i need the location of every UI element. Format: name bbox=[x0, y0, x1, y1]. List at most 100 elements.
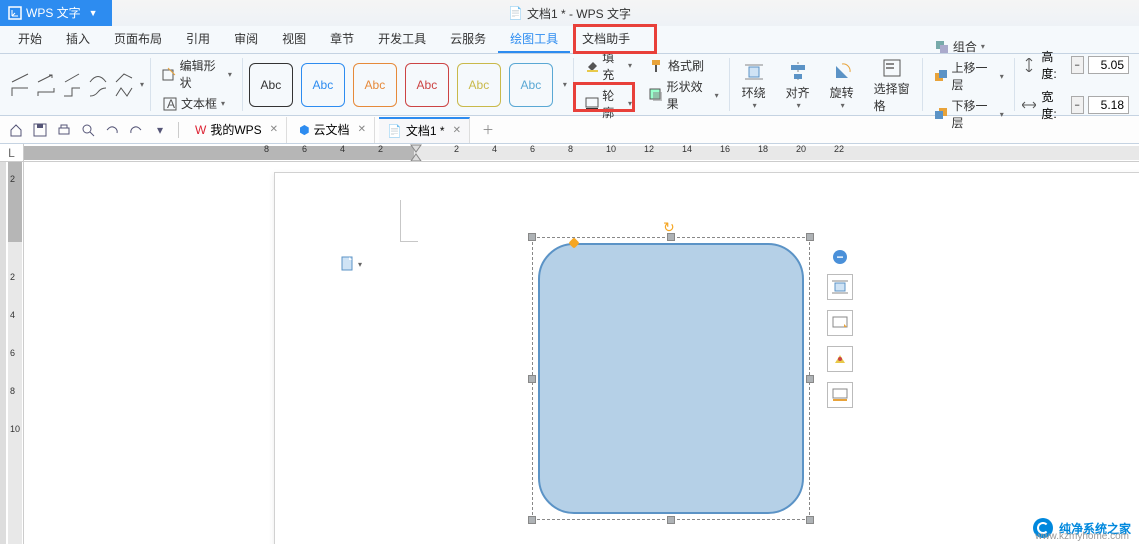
watermark-sub: www.kzmyhome.com bbox=[1035, 531, 1129, 542]
text-box-button[interactable]: A 文本框 ▾ bbox=[157, 94, 236, 113]
collapse-button[interactable]: − bbox=[833, 250, 847, 264]
align-button[interactable]: 对齐▾ bbox=[780, 58, 816, 112]
bring-forward-label: 上移一层 bbox=[951, 59, 995, 93]
preview-icon[interactable] bbox=[78, 120, 98, 140]
paragraph-marker[interactable]: ▾ bbox=[340, 256, 362, 272]
rounded-rect-shape[interactable] bbox=[538, 243, 804, 514]
shape-style-4[interactable]: Abc bbox=[405, 63, 449, 107]
shape-style-6[interactable]: Abc bbox=[509, 63, 553, 107]
close-icon[interactable]: ✕ bbox=[453, 125, 461, 136]
doc-tab-doc1[interactable]: 📄 文档1 * ✕ bbox=[379, 117, 470, 143]
shape-arrow-icon[interactable] bbox=[36, 72, 56, 84]
tab-start[interactable]: 开始 bbox=[6, 25, 54, 53]
outline-button[interactable]: 轮廓 ▾ bbox=[580, 86, 636, 122]
resize-handle-tr[interactable] bbox=[806, 233, 814, 241]
tab-cloud[interactable]: 云服务 bbox=[438, 25, 498, 53]
height-minus-button[interactable]: − bbox=[1071, 56, 1084, 74]
doc-tab-label: 文档1 * bbox=[406, 122, 445, 139]
doc-tab-label: 云文档 bbox=[314, 121, 350, 138]
shape-style-2[interactable]: Abc bbox=[301, 63, 345, 107]
more-qat-icon[interactable]: ▾ bbox=[150, 120, 170, 140]
home-icon[interactable] bbox=[6, 120, 26, 140]
width-field: 宽度: − 5.18 bbox=[1021, 88, 1129, 122]
resize-handle-bm[interactable] bbox=[667, 516, 675, 524]
height-input[interactable]: 5.05 bbox=[1088, 56, 1129, 74]
tab-review[interactable]: 审阅 bbox=[222, 25, 270, 53]
redo-icon[interactable] bbox=[126, 120, 146, 140]
mini-color-button[interactable] bbox=[827, 346, 853, 372]
resize-handle-tm[interactable] bbox=[667, 233, 675, 241]
tab-drawing-tools[interactable]: 绘图工具 bbox=[498, 25, 570, 53]
print-icon[interactable] bbox=[54, 120, 74, 140]
resize-handle-tl[interactable] bbox=[528, 233, 536, 241]
shapes-more-caret-icon[interactable]: ▾ bbox=[140, 80, 144, 89]
shape-double-arrow-icon[interactable] bbox=[62, 72, 82, 84]
tab-reference[interactable]: 引用 bbox=[174, 25, 222, 53]
format-painter-label: 格式刷 bbox=[668, 57, 704, 74]
left-gutter bbox=[0, 162, 6, 544]
resize-handle-br[interactable] bbox=[806, 516, 814, 524]
group-button[interactable]: 组合 ▾ bbox=[929, 37, 1008, 56]
document-title: 📄 文档1 * - WPS 文字 bbox=[508, 5, 631, 22]
vertical-ruler[interactable]: 2 2 4 6 8 10 bbox=[6, 162, 24, 544]
doc-mini-icon bbox=[340, 256, 356, 272]
mini-outline-button[interactable] bbox=[827, 382, 853, 408]
margin-guide bbox=[400, 200, 418, 242]
edit-shape-button[interactable]: 编辑形状 ▾ bbox=[157, 56, 236, 92]
indent-marker-icon[interactable] bbox=[410, 144, 422, 162]
send-backward-button[interactable]: 下移一层 ▾ bbox=[929, 96, 1008, 132]
save-icon[interactable] bbox=[30, 120, 50, 140]
doc-tab-add[interactable]: ＋ bbox=[474, 117, 502, 143]
shape-style-5[interactable]: Abc bbox=[457, 63, 501, 107]
shape-effect-button[interactable]: 形状效果 ▾ bbox=[644, 77, 723, 113]
app-name-button[interactable]: WPS 文字 ▼ bbox=[0, 0, 112, 26]
format-painter-button[interactable]: 格式刷 bbox=[644, 56, 723, 75]
resize-handle-rm[interactable] bbox=[806, 375, 814, 383]
styles-more-caret-icon[interactable]: ▾ bbox=[563, 80, 567, 89]
close-icon[interactable]: ✕ bbox=[358, 124, 366, 135]
rotate-button[interactable]: 旋转▾ bbox=[824, 58, 860, 112]
shape-style-1[interactable]: Abc bbox=[249, 63, 293, 107]
resize-handle-lm[interactable] bbox=[528, 375, 536, 383]
tab-page-layout[interactable]: 页面布局 bbox=[102, 25, 174, 53]
resize-handle-bl[interactable] bbox=[528, 516, 536, 524]
horizontal-ruler[interactable]: 8 6 4 2 2 4 6 8 10 12 14 16 18 20 22 bbox=[24, 144, 1139, 162]
format-painter-icon bbox=[648, 58, 666, 74]
shape-line-icon[interactable] bbox=[10, 72, 30, 84]
shape-curve-icon[interactable] bbox=[88, 72, 108, 84]
shape-elbow-arrow-icon[interactable] bbox=[36, 86, 56, 98]
shape-angle-icon[interactable] bbox=[114, 72, 134, 84]
undo-icon[interactable] bbox=[102, 120, 122, 140]
rotate-label: 旋转 bbox=[830, 84, 854, 101]
shape-s-curve-icon[interactable] bbox=[88, 86, 108, 98]
close-icon[interactable]: ✕ bbox=[270, 124, 278, 135]
tab-insert[interactable]: 插入 bbox=[54, 25, 102, 53]
tab-section[interactable]: 章节 bbox=[318, 25, 366, 53]
width-input[interactable]: 5.18 bbox=[1088, 96, 1129, 114]
wrap-button[interactable]: 环绕▾ bbox=[736, 58, 772, 112]
bring-forward-icon bbox=[933, 68, 950, 84]
shape-style-3[interactable]: Abc bbox=[353, 63, 397, 107]
text-box-icon: A bbox=[161, 96, 179, 112]
plus-icon: ＋ bbox=[482, 121, 494, 138]
width-minus-button[interactable]: − bbox=[1071, 96, 1084, 114]
group-icon bbox=[933, 39, 951, 55]
doc-tab-mywps[interactable]: W 我的WPS ✕ bbox=[187, 117, 287, 143]
tab-devtools[interactable]: 开发工具 bbox=[366, 25, 438, 53]
ribbon-group-size: 高度: − 5.05 宽度: − 5.18 bbox=[1015, 58, 1135, 111]
tab-view[interactable]: 视图 bbox=[270, 25, 318, 53]
select-pane-button[interactable]: 选择窗格 bbox=[868, 54, 916, 116]
send-backward-label: 下移一层 bbox=[951, 97, 995, 131]
mini-fill-button[interactable] bbox=[827, 310, 853, 336]
bring-forward-button[interactable]: 上移一层 ▾ bbox=[929, 58, 1008, 94]
width-icon bbox=[1021, 97, 1038, 113]
doc-tab-cloud[interactable]: ⬢ 云文档 ✕ bbox=[291, 117, 375, 143]
caret-icon: ▾ bbox=[628, 99, 632, 108]
shape-elbow-icon[interactable] bbox=[10, 86, 30, 98]
mini-layout-button[interactable] bbox=[827, 274, 853, 300]
selected-shape[interactable]: ↻ bbox=[532, 237, 810, 520]
shape-zigzag-icon[interactable] bbox=[114, 86, 134, 98]
shape-connector-icon[interactable] bbox=[62, 86, 82, 98]
fill-button[interactable]: 填充 ▾ bbox=[580, 48, 636, 84]
app-menu-caret-icon: ▼ bbox=[89, 0, 98, 26]
